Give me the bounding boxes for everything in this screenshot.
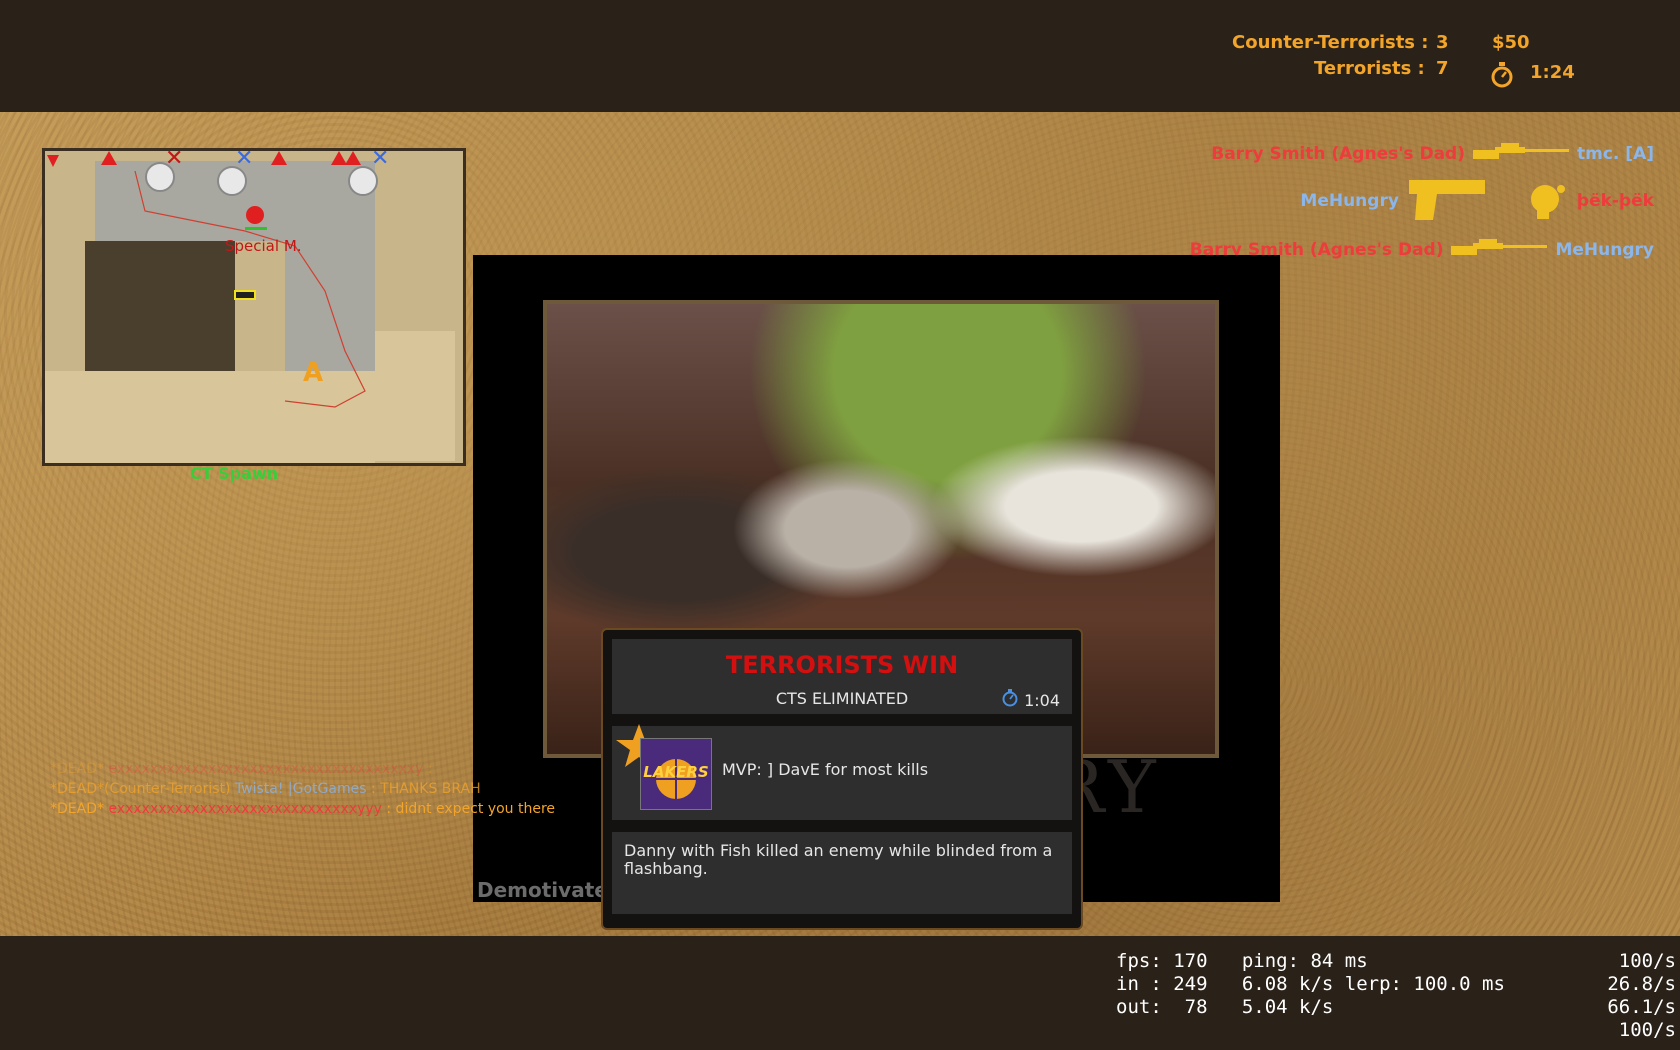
round-end-time: 1:04 xyxy=(1002,689,1060,711)
victim-name: þëk-þëk xyxy=(1576,191,1654,211)
round-award-section: Danny with Fish killed an enemy while bl… xyxy=(612,832,1072,914)
svg-text:✕: ✕ xyxy=(235,151,253,171)
radar-map-drawing: ✕ ✕ ✕ A Special M. xyxy=(45,151,463,463)
mvp-section: LAKERS MVP: ] DavE for most kills xyxy=(612,724,1072,820)
radar-minimap: ✕ ✕ ✕ A Special M. xyxy=(42,148,466,466)
net-graph-line: fps: 170 ping: 84 ms xyxy=(1116,950,1368,972)
stopwatch-icon xyxy=(1002,689,1018,711)
headshot-icon xyxy=(1525,177,1569,226)
round-timer: 1:24 xyxy=(1530,62,1575,83)
net-graph-rate: 100/s xyxy=(1618,950,1676,972)
killer-name: Barry Smith (Agnes's Dad) xyxy=(1211,144,1465,164)
chat-message: *DEAD*(Counter-Terrorist) Twista! |GotGa… xyxy=(50,781,481,797)
victim-name: tmc. [A] xyxy=(1577,144,1654,164)
round-end-panel: TERRORISTS WIN CTS ELIMINATED 1:04 LAKER… xyxy=(601,628,1083,930)
t-score-value: 7 xyxy=(1436,58,1449,79)
round-award-text: Danny with Fish killed an enemy while bl… xyxy=(624,841,1053,878)
sniper-rifle-icon xyxy=(1473,141,1569,168)
bombsite-marker: A xyxy=(303,358,323,388)
net-graph-rate: 26.8/s xyxy=(1607,973,1676,995)
net-graph: fps: 170 ping: 84 ms in : 249 6.08 k/s le… xyxy=(1116,950,1505,1019)
svg-text:✕: ✕ xyxy=(371,151,389,171)
net-graph-rate: 66.1/s xyxy=(1607,996,1676,1018)
victim-name: MeHungry xyxy=(1555,240,1654,260)
svg-text:✕: ✕ xyxy=(165,151,183,171)
round-winner-title: TERRORISTS WIN xyxy=(725,651,959,679)
t-score-label: Terrorists : xyxy=(1314,58,1425,79)
round-result-header: TERRORISTS WIN CTS ELIMINATED 1:04 xyxy=(612,639,1072,714)
ct-score-value: 3 xyxy=(1436,32,1449,53)
net-graph-rates: 100/s 26.8/s 66.1/s 100/s xyxy=(1580,950,1676,1042)
mvp-text: MVP: ] DavE for most kills xyxy=(722,760,929,779)
chat-message: *DEAD* exxxxxxxxxxxxxxxxxxxxxxxxxxxxxyyy… xyxy=(50,801,556,817)
killer-name: MeHungry xyxy=(1300,191,1399,211)
ct-score-label: Counter-Terrorists : xyxy=(1232,32,1429,53)
current-location: CT Spawn xyxy=(190,464,279,483)
killfeed-entry: MeHungry þëk-þëk xyxy=(1300,179,1654,220)
net-graph-line: out: 78 5.04 k/s xyxy=(1116,996,1334,1018)
player-marker-label: Special M. xyxy=(225,237,302,255)
chat-message: *DEAD* exxxxxxxxxxxxxxxxxxxxxxxxxxxxxxxx… xyxy=(50,761,433,777)
net-graph-rate: 100/s xyxy=(1618,1019,1676,1041)
sniper-rifle-icon xyxy=(1451,237,1548,264)
top-hud-bar xyxy=(0,0,1680,112)
mvp-avatar-logo: LAKERS xyxy=(643,763,708,781)
money-display: $50 xyxy=(1492,32,1530,53)
killfeed-entry: Barry Smith (Agnes's Dad) tmc. [A] xyxy=(1211,139,1654,169)
pistol-icon xyxy=(1407,176,1487,227)
net-graph-line: in : 249 6.08 k/s lerp: 100.0 ms xyxy=(1116,973,1505,995)
round-timer-icon xyxy=(1490,62,1514,92)
mvp-avatar: LAKERS xyxy=(640,738,712,810)
round-end-time-value: 1:04 xyxy=(1024,690,1060,710)
